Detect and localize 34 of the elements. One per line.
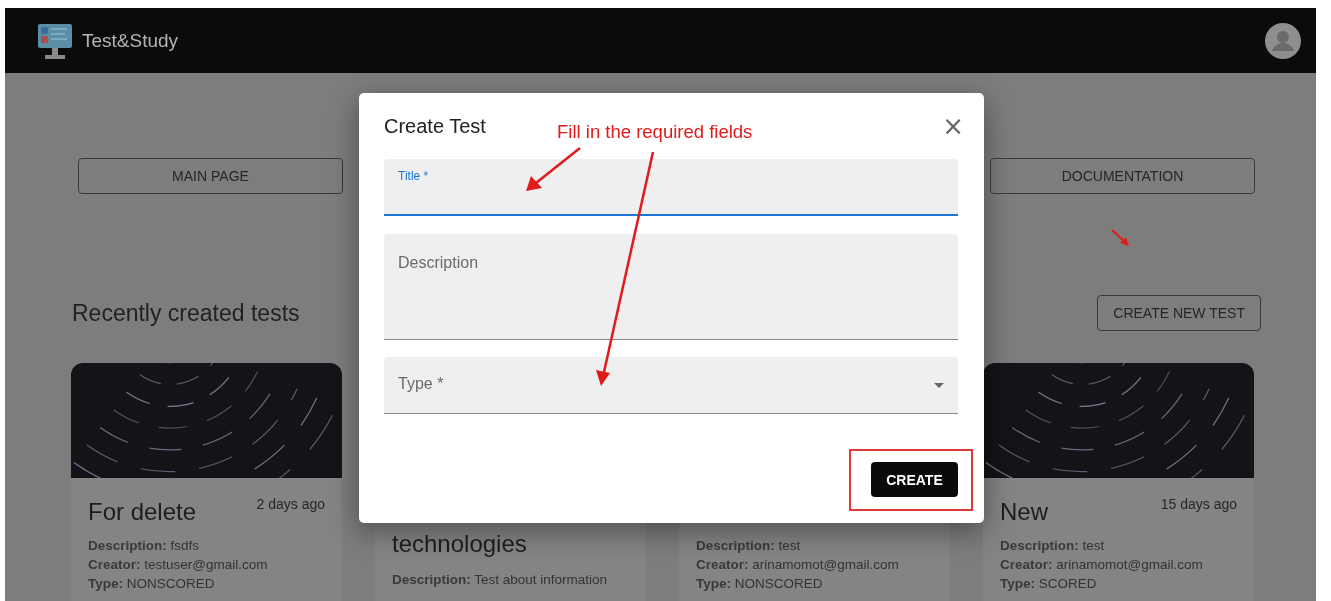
card-detail: Description: test	[696, 537, 802, 555]
test-card[interactable]: For delete 2 days ago Description: fsdfs Creator: testuser@gmail.com Type: NONSCORED	[71, 363, 342, 601]
user-avatar-icon[interactable]	[1265, 22, 1301, 59]
app-title: Test&Study	[82, 29, 179, 52]
type-select[interactable]: Type *	[384, 357, 958, 414]
test-card[interactable]: New 15 days ago Description: test Creator: arinamomot@gmail.com Type: SCORED	[983, 363, 1254, 601]
annotation-text: Fill in the required fields	[557, 121, 753, 143]
card-date: 2 days ago	[256, 496, 325, 512]
dropdown-caret-icon	[934, 383, 944, 388]
nav-button[interactable]: MAIN PAGE	[78, 158, 343, 194]
dialog-title: Create Test	[384, 114, 486, 138]
create-button[interactable]: CREATE	[871, 462, 958, 497]
card-detail: Type: SCORED	[1000, 575, 1098, 593]
description-field[interactable]: Description	[384, 234, 958, 340]
close-button[interactable]: ×	[942, 113, 964, 139]
card-detail: Type: NONSCORED	[88, 575, 216, 593]
card-detail: Description: Test about information	[392, 571, 609, 589]
card-detail: Type: NONSCORED	[696, 575, 824, 593]
title-field[interactable]: Title *	[384, 159, 958, 216]
card-title: technologies	[392, 530, 527, 558]
nav-button[interactable]: DOCUMENTATION	[990, 158, 1255, 194]
section-heading: Recently created tests	[72, 299, 300, 327]
computer-logo-icon	[38, 21, 72, 60]
card-detail: Creator: arinamomot@gmail.com	[1000, 556, 1204, 574]
annotation-arrow	[526, 147, 581, 191]
card-detail: Description: test	[1000, 537, 1106, 555]
card-title: New	[1000, 498, 1048, 526]
card-detail: Description: fsdfs	[88, 537, 201, 555]
annotation-arrow	[1111, 229, 1129, 246]
card-date: 15 days ago	[1160, 496, 1237, 512]
card-detail: Creator: testuser@gmail.com	[88, 556, 269, 574]
card-detail: Creator: arinamomot@gmail.com	[696, 556, 900, 574]
card-title: For delete	[88, 498, 197, 526]
create-new-test-button[interactable]: CREATE NEW TEST	[1097, 295, 1261, 331]
